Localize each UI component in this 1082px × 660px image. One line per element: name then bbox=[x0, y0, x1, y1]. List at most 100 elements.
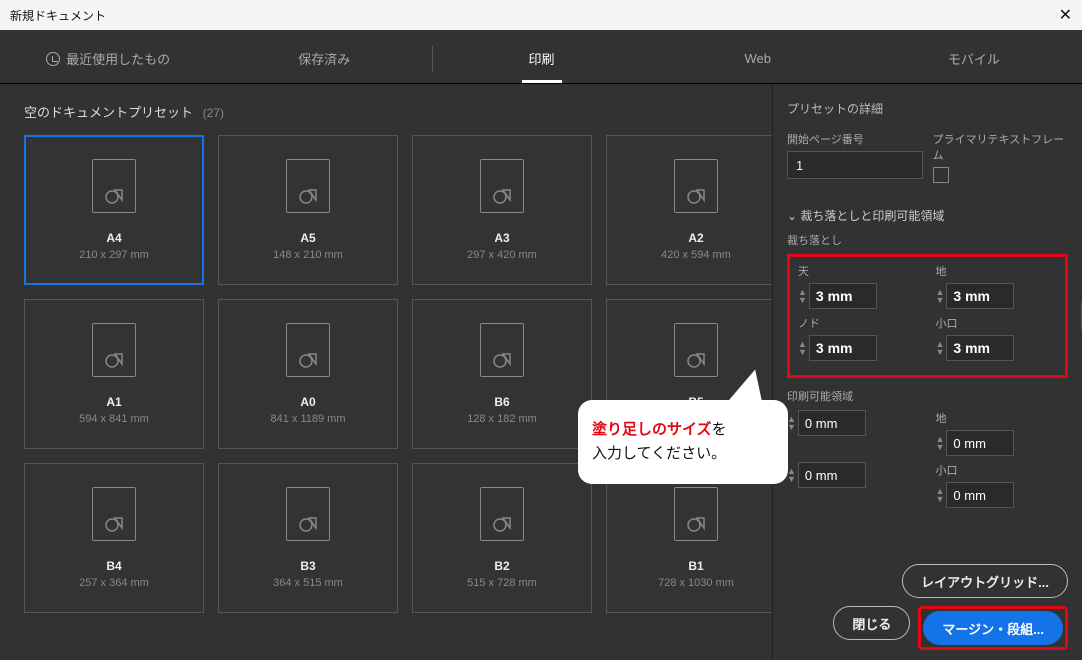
stepper-arrows[interactable]: ▲▼ bbox=[936, 487, 945, 503]
bleed-inside-stepper[interactable]: ▲▼ 3 mm bbox=[798, 335, 920, 361]
preset-card[interactable]: A3297 x 420 mm bbox=[412, 135, 592, 285]
primary-text-checkbox[interactable] bbox=[933, 167, 949, 183]
stepper-arrows[interactable]: ▲▼ bbox=[798, 340, 807, 356]
preset-size: 364 x 515 mm bbox=[273, 577, 343, 589]
bleed-top-stepper[interactable]: ▲▼ 3 mm bbox=[798, 283, 920, 309]
preset-card[interactable]: B4 257 x 364 mm bbox=[24, 463, 204, 613]
slug-outside-value[interactable]: 0 mm bbox=[946, 482, 1014, 508]
preset-name: B1 bbox=[688, 559, 703, 573]
page-icon bbox=[286, 323, 330, 377]
page-icon bbox=[480, 323, 524, 377]
tab-mobile[interactable]: モバイル bbox=[866, 35, 1082, 83]
titlebar: 新規ドキュメント ✕ bbox=[0, 0, 1082, 30]
slug-inside-stepper[interactable]: ▲▼ 0 mm bbox=[787, 462, 920, 488]
page-icon bbox=[286, 159, 330, 213]
page-icon bbox=[674, 159, 718, 213]
slug-bottom-value[interactable]: 0 mm bbox=[946, 430, 1014, 456]
page-icon bbox=[674, 323, 718, 377]
close-button[interactable]: 閉じる bbox=[833, 606, 910, 640]
tab-saved-label: 保存済み bbox=[298, 49, 350, 68]
window-title: 新規ドキュメント bbox=[10, 7, 106, 24]
primary-text-label: プライマリテキストフレーム bbox=[933, 131, 1069, 163]
tab-print[interactable]: 印刷 bbox=[433, 35, 649, 83]
preset-size: 420 x 594 mm bbox=[661, 249, 731, 261]
preset-size: 148 x 210 mm bbox=[273, 249, 343, 261]
bleed-top-value[interactable]: 3 mm bbox=[809, 283, 877, 309]
clock-icon bbox=[46, 52, 60, 66]
bleed-inside-value[interactable]: 3 mm bbox=[809, 335, 877, 361]
bleed-bottom-value[interactable]: 3 mm bbox=[946, 283, 1014, 309]
slug-label: 印刷可能領域 bbox=[787, 388, 1068, 404]
stepper-arrows[interactable]: ▲▼ bbox=[936, 340, 945, 356]
page-icon bbox=[480, 159, 524, 213]
bleed-outside-value[interactable]: 3 mm bbox=[946, 335, 1014, 361]
slug-top-value[interactable]: 0 mm bbox=[798, 410, 866, 436]
preset-card[interactable]: A2 420 x 594 mm bbox=[606, 135, 772, 285]
preset-card[interactable]: B3 364 x 515 mm bbox=[218, 463, 398, 613]
details-title: プリセットの詳細 bbox=[787, 100, 1068, 117]
margin-button-highlight: マージン・段組... bbox=[918, 606, 1068, 650]
preset-size: 128 x 182 mm bbox=[467, 413, 537, 425]
preset-heading: 空のドキュメントプリセット (27) bbox=[24, 102, 762, 121]
stepper-arrows[interactable]: ▲▼ bbox=[798, 288, 807, 304]
preset-name: B3 bbox=[300, 559, 315, 573]
tab-web-label: Web bbox=[744, 51, 771, 66]
tab-web[interactable]: Web bbox=[650, 35, 866, 83]
bleed-bottom-stepper[interactable]: ▲▼ 3 mm bbox=[936, 283, 1058, 309]
preset-size: 257 x 364 mm bbox=[79, 577, 149, 589]
layout-grid-button[interactable]: レイアウトグリッド... bbox=[902, 564, 1068, 598]
preset-name: A2 bbox=[688, 231, 703, 245]
stepper-arrows[interactable]: ▲▼ bbox=[787, 415, 796, 431]
preset-card[interactable]: B6 128 x 182 mm bbox=[412, 299, 592, 449]
callout-line2: 入力してください。 bbox=[592, 445, 726, 462]
tab-recent[interactable]: 最近使用したもの bbox=[0, 35, 216, 83]
annotation-callout: 塗り足しのサイズを 入力してください。 bbox=[578, 400, 788, 484]
preset-name: A1 bbox=[106, 395, 121, 409]
preset-heading-text: 空のドキュメントプリセット bbox=[24, 105, 193, 120]
unlink-values-icon[interactable] bbox=[1078, 403, 1082, 433]
slug-outside-label: 小口 bbox=[936, 462, 1069, 478]
start-page-input[interactable]: 1 bbox=[787, 151, 923, 179]
margin-columns-button[interactable]: マージン・段組... bbox=[923, 611, 1063, 645]
preset-panel: 空のドキュメントプリセット (27) A4210 x 297 mm A5 148 x… bbox=[0, 84, 772, 660]
bleed-outside-stepper[interactable]: ▲▼ 3 mm bbox=[936, 335, 1058, 361]
callout-highlight: 塗り足しのサイズ bbox=[592, 421, 712, 438]
preset-size: 297 x 420 mm bbox=[467, 249, 537, 261]
preset-size: 515 x 728 mm bbox=[467, 577, 537, 589]
preset-size: 728 x 1030 mm bbox=[658, 577, 734, 589]
preset-size: 210 x 297 mm bbox=[79, 249, 149, 261]
preset-card[interactable]: A4210 x 297 mm bbox=[24, 135, 204, 285]
bleed-top-label: 天 bbox=[798, 263, 920, 279]
stepper-arrows[interactable]: ▲▼ bbox=[936, 288, 945, 304]
preset-card[interactable]: B1 728 x 1030 mm bbox=[606, 463, 772, 613]
tab-saved[interactable]: 保存済み bbox=[216, 35, 432, 83]
page-icon bbox=[92, 323, 136, 377]
preset-card[interactable]: A5 148 x 210 mm bbox=[218, 135, 398, 285]
close-icon[interactable]: ✕ bbox=[1059, 5, 1072, 25]
tab-mobile-label: モバイル bbox=[948, 49, 1000, 68]
preset-card[interactable]: A1 594 x 841 mm bbox=[24, 299, 204, 449]
details-panel: プリセットの詳細 開始ページ番号 1 プライマリテキストフレーム 裁ち落としと印… bbox=[772, 84, 1082, 660]
stepper-arrows[interactable]: ▲▼ bbox=[936, 435, 945, 451]
preset-name: B4 bbox=[106, 559, 121, 573]
preset-name: A0 bbox=[300, 395, 315, 409]
page-icon bbox=[286, 487, 330, 541]
stepper-arrows[interactable]: ▲▼ bbox=[787, 467, 796, 483]
bleed-outside-label: 小口 bbox=[936, 315, 1058, 331]
slug-inside-value[interactable]: 0 mm bbox=[798, 462, 866, 488]
slug-bottom-stepper[interactable]: ▲▼ 0 mm bbox=[936, 430, 1069, 456]
preset-card[interactable]: A0 841 x 1189 mm bbox=[218, 299, 398, 449]
start-page-label: 開始ページ番号 bbox=[787, 131, 923, 147]
slug-outside-stepper[interactable]: ▲▼ 0 mm bbox=[936, 482, 1069, 508]
page-icon bbox=[92, 159, 136, 213]
preset-size: 841 x 1189 mm bbox=[270, 413, 345, 425]
preset-name: A5 bbox=[300, 231, 315, 245]
page-icon bbox=[674, 487, 718, 541]
slug-top-stepper[interactable]: ▲▼ 0 mm bbox=[787, 410, 920, 436]
bleed-inside-label: ノド bbox=[798, 315, 920, 331]
page-icon bbox=[480, 487, 524, 541]
preset-name: B6 bbox=[494, 395, 509, 409]
preset-size: 594 x 841 mm bbox=[79, 413, 149, 425]
bleed-slug-section-toggle[interactable]: 裁ち落としと印刷可能領域 bbox=[787, 207, 1068, 224]
preset-card[interactable]: B2515 x 728 mm bbox=[412, 463, 592, 613]
